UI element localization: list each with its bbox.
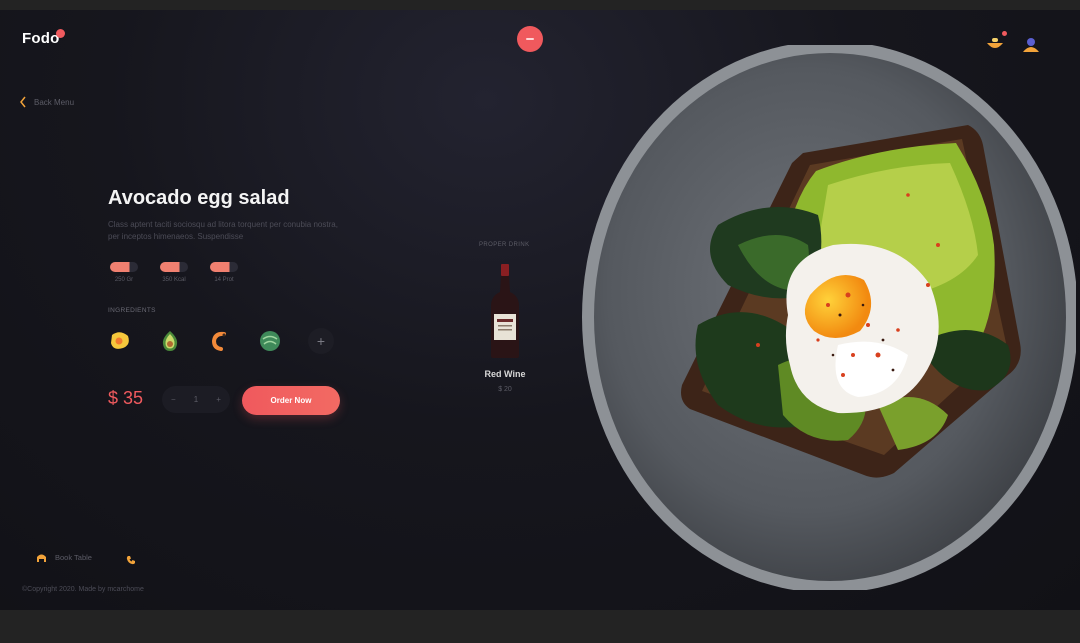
increment-button[interactable]: + xyxy=(216,395,221,404)
chevron-left-icon xyxy=(20,96,26,108)
order-now-button[interactable]: Order Now xyxy=(242,386,340,415)
stat-weight: 250 Gr xyxy=(108,262,140,283)
protein-icon xyxy=(210,262,238,272)
weight-icon xyxy=(110,262,138,272)
stat-label: 250 Gr xyxy=(114,277,134,283)
stat-protein: 14 Prot xyxy=(208,262,240,283)
egg-icon[interactable] xyxy=(108,329,132,353)
quantity-stepper[interactable]: − 1 + xyxy=(162,386,230,413)
drink-price: $ 20 xyxy=(498,386,512,393)
quantity-value: 1 xyxy=(193,395,199,404)
brand-logo[interactable]: Fodo xyxy=(22,29,66,47)
menu-button[interactable] xyxy=(517,26,543,52)
stat-label: 14 Prot xyxy=(214,277,234,283)
ingredients-heading: INGREDIENTS xyxy=(108,307,156,314)
phone-button[interactable] xyxy=(126,552,136,570)
book-table-link[interactable]: Book Table xyxy=(36,552,92,562)
wine-bottle-image[interactable] xyxy=(489,264,521,363)
decrement-button[interactable]: − xyxy=(171,395,176,404)
drink-section-label: PROPER DRINK xyxy=(479,242,530,248)
shrimp-icon[interactable] xyxy=(208,329,232,353)
app-frame: Fodo Back Menu Avocado egg salad Class a… xyxy=(0,10,1080,610)
notification-badge xyxy=(1002,31,1007,36)
cabbage-icon[interactable] xyxy=(258,329,282,353)
menu-icon xyxy=(526,38,534,40)
stat-label: 350 Kcal xyxy=(162,277,186,283)
nutrition-stats: 250 Gr 350 Kcal 14 Prot xyxy=(108,262,240,283)
product-description: Class aptent taciti sociosqu ad litora t… xyxy=(108,220,338,241)
ingredients-list: + xyxy=(108,328,334,354)
copyright-text: ©Copyright 2020. Made by mcarchome xyxy=(22,586,144,593)
drink-name: Red Wine xyxy=(484,369,526,379)
logo-text: Fodo xyxy=(22,30,60,47)
stat-calories: 350 Kcal xyxy=(158,262,190,283)
table-icon xyxy=(37,554,46,562)
back-link-label: Back Menu xyxy=(34,97,75,107)
dish-image xyxy=(578,41,1078,593)
back-link[interactable]: Back Menu xyxy=(20,96,74,108)
book-table-label: Book Table xyxy=(55,552,92,562)
product-price: $ 35 xyxy=(108,388,144,408)
logo-dot xyxy=(56,29,66,38)
add-ingredient-button[interactable]: + xyxy=(308,328,334,354)
avocado-icon[interactable] xyxy=(158,329,182,353)
product-title: Avocado egg salad xyxy=(108,187,290,209)
phone-icon xyxy=(126,556,135,565)
calories-icon xyxy=(160,262,188,272)
